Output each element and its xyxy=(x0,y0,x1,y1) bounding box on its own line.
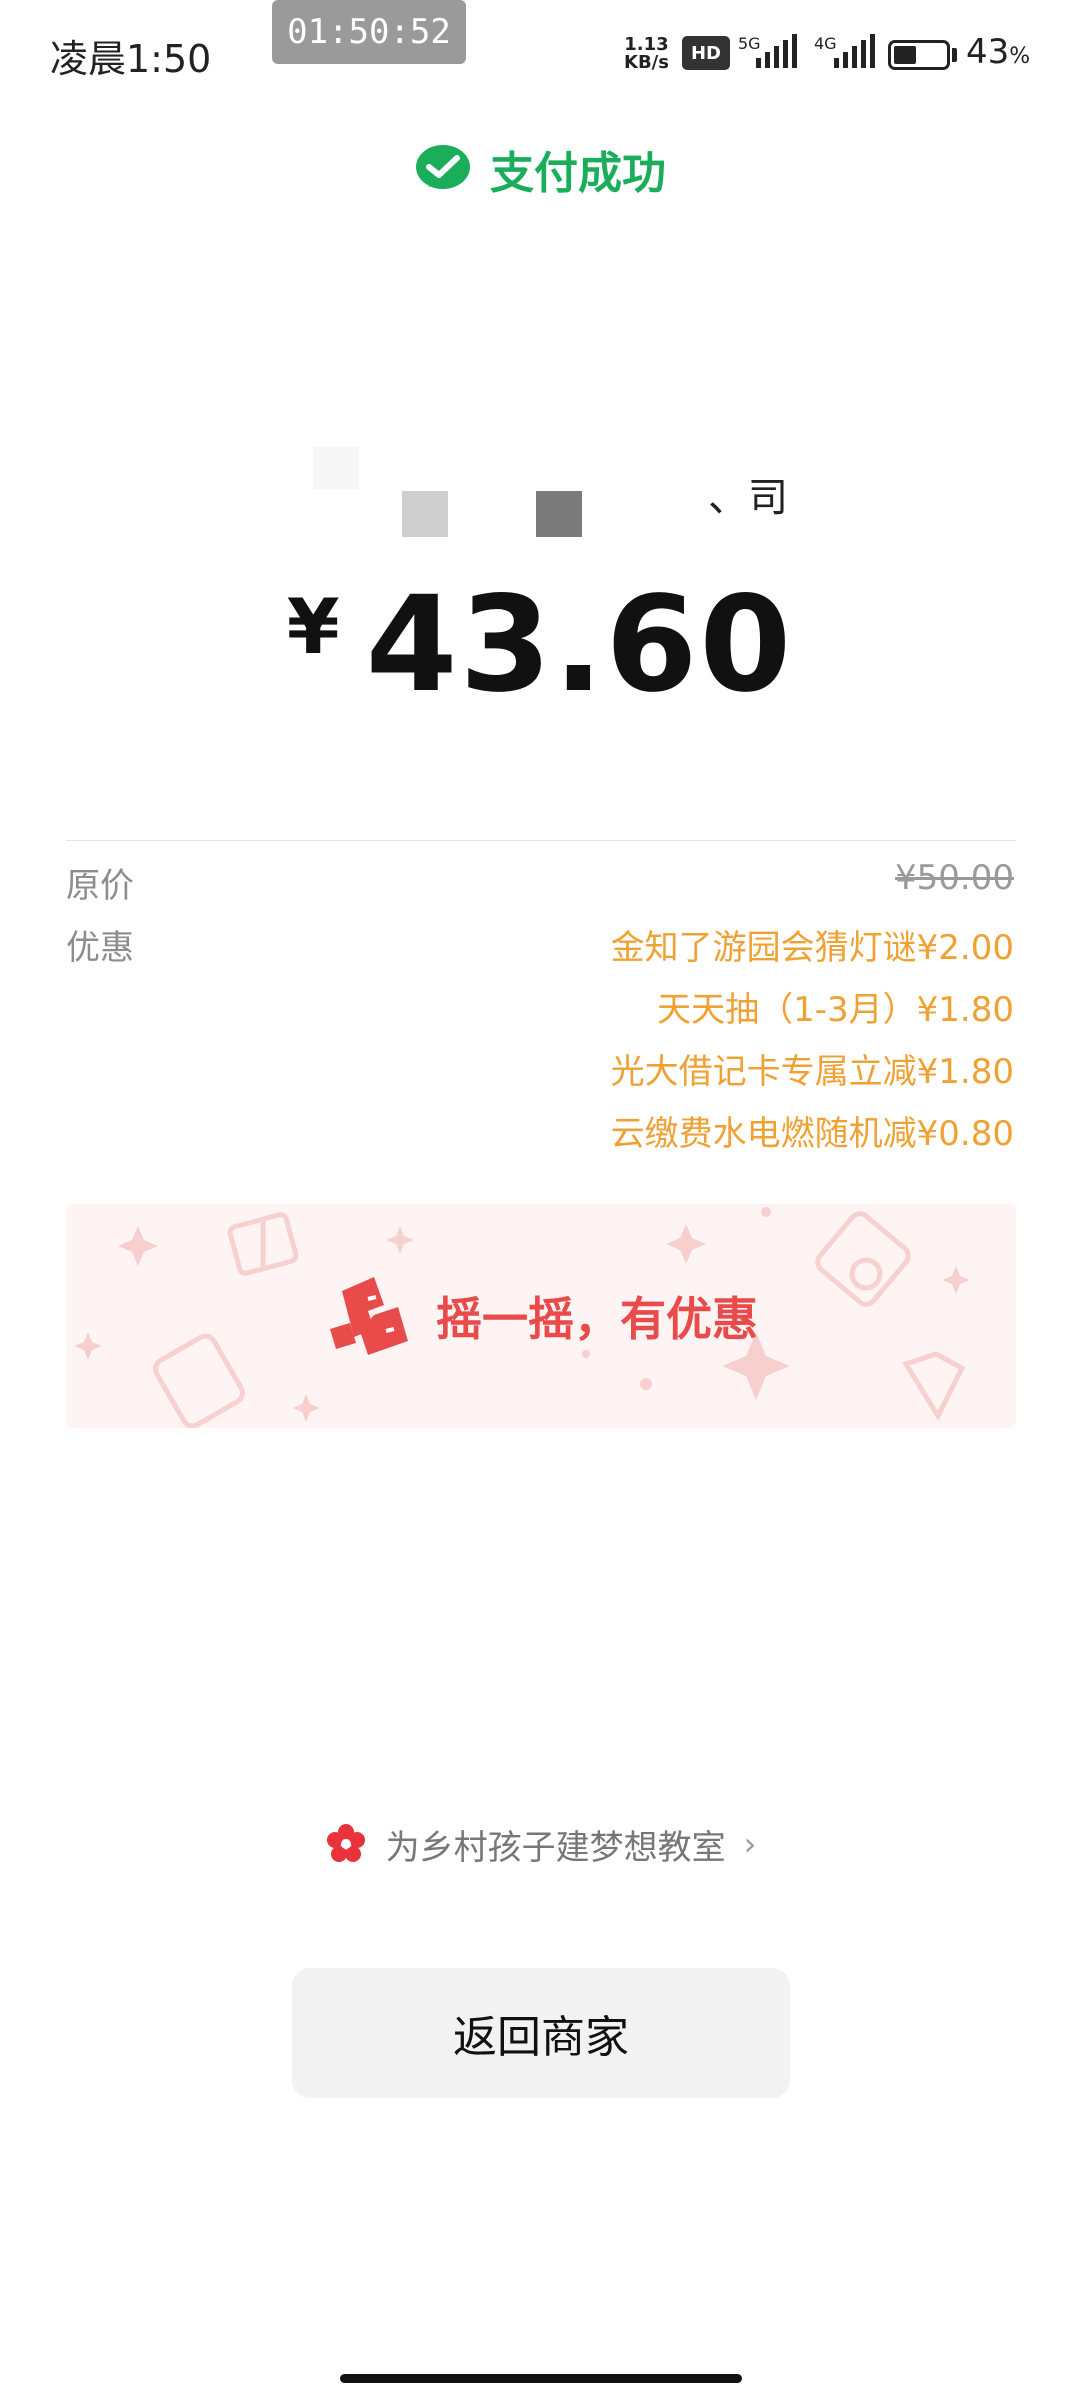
currency-symbol: ¥ xyxy=(286,582,340,671)
wechat-pay-check-icon xyxy=(416,145,470,189)
battery-fill xyxy=(894,46,916,64)
discount-item: 天天抽（1-3月）¥1.80 xyxy=(657,990,1014,1030)
original-price-label: 原价 xyxy=(66,866,134,906)
network-speed-unit: KB/s xyxy=(624,52,669,73)
amount-value: 43.60 xyxy=(365,568,794,722)
home-indicator[interactable] xyxy=(340,2374,742,2383)
status-time: 凌晨1:50 xyxy=(50,37,212,81)
battery-percent-value: 43 xyxy=(966,32,1010,72)
network-speed: 1.13 KB/s xyxy=(624,36,669,72)
battery-tip xyxy=(952,48,957,62)
charity-link-text: 为乡村孩子建梦想教室 xyxy=(385,1827,726,1868)
battery-percent-symbol: % xyxy=(1009,44,1031,69)
signal-4g-icon xyxy=(834,34,875,68)
merchant-name-redacted xyxy=(402,491,448,537)
shake-promo-banner[interactable]: 摇一摇，有优惠 xyxy=(66,1204,1016,1428)
payment-amount: ¥ 43.60 xyxy=(0,568,1080,722)
charity-link[interactable]: 为乡村孩子建梦想教室 › xyxy=(0,1816,1080,1872)
original-price-value: ¥50.00 xyxy=(895,858,1014,898)
payment-success-header: 支付成功 xyxy=(0,134,1080,204)
merchant-name-redacted xyxy=(313,447,359,489)
merchant-name: 、司 xyxy=(708,475,788,521)
shake-promo-text: 摇一摇，有优惠 xyxy=(436,1292,758,1346)
discount-item: 云缴费水电燃随机减¥0.80 xyxy=(610,1114,1014,1154)
hd-voice-icon: HD xyxy=(682,36,730,70)
battery-icon xyxy=(888,40,950,70)
status-bar: 凌晨1:50 01:50:52 1.13 KB/s HD 5G 4G 43% xyxy=(0,0,1080,110)
chevron-right-icon: › xyxy=(743,1825,757,1863)
signal-5g-icon xyxy=(756,34,797,68)
recording-timer[interactable]: 01:50:52 xyxy=(272,0,466,64)
payment-success-title: 支付成功 xyxy=(490,148,666,199)
shake-content: 摇一摇，有优惠 xyxy=(324,1271,758,1361)
merchant-name-redacted xyxy=(536,491,582,537)
return-to-merchant-button[interactable]: 返回商家 xyxy=(292,1968,790,2098)
flower-icon xyxy=(326,1824,365,1862)
discount-label: 优惠 xyxy=(66,928,134,968)
shake-icon xyxy=(330,1277,408,1355)
battery-percent: 43% xyxy=(966,32,1030,72)
discount-item: 光大借记卡专属立减¥1.80 xyxy=(610,1052,1014,1092)
divider xyxy=(66,840,1016,841)
discount-item: 金知了游园会猜灯谜¥2.00 xyxy=(610,928,1014,968)
